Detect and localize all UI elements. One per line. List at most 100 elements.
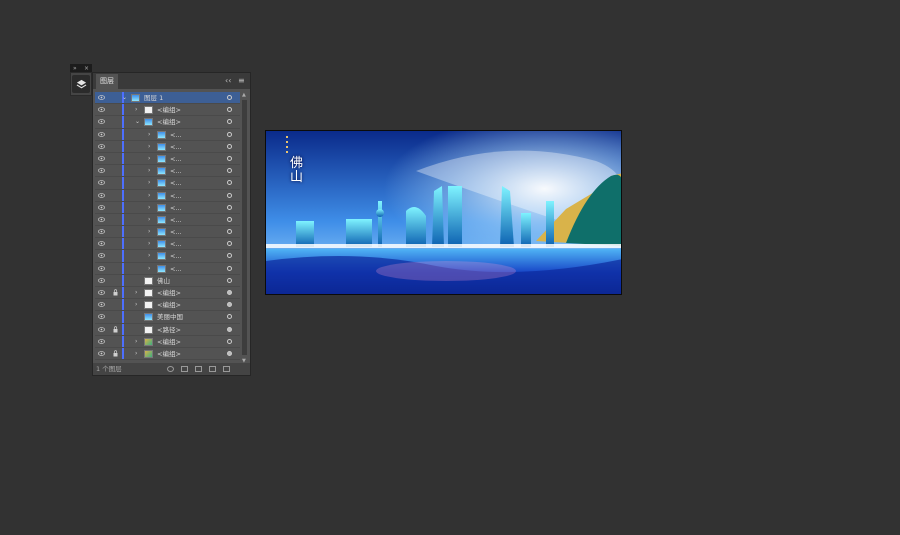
make-clipping-mask-icon[interactable] [181, 366, 188, 372]
layer-name[interactable]: <编组> [157, 104, 181, 116]
target-circle-icon[interactable] [227, 290, 232, 295]
layer-row[interactable]: › <... [95, 189, 240, 202]
scrollbar[interactable]: ▲ ▼ [241, 92, 248, 364]
chevron-right-icon[interactable]: › [148, 238, 150, 250]
lock-toggle[interactable] [113, 252, 118, 259]
eye-icon[interactable] [98, 338, 105, 344]
chevron-right-icon[interactable]: › [148, 177, 150, 189]
lock-toggle[interactable] [113, 240, 118, 247]
chevron-right-icon[interactable]: › [148, 214, 150, 226]
target-circle-icon[interactable] [227, 107, 232, 113]
target-circle-icon[interactable] [227, 302, 232, 308]
layer-name[interactable]: <编组> [157, 116, 181, 128]
panel-menu-icon[interactable]: ≡ [238, 75, 245, 87]
eye-icon[interactable] [98, 278, 105, 283]
eye-icon[interactable] [98, 351, 105, 356]
chevron-right-icon[interactable]: › [135, 299, 137, 311]
delete-icon[interactable] [223, 366, 230, 372]
chevron-right-icon[interactable]: › [148, 165, 150, 177]
chevron-right-icon[interactable]: › [135, 287, 137, 299]
artboard[interactable]: 佛山 [265, 130, 622, 295]
layer-name[interactable]: <... [170, 214, 182, 226]
layer-name[interactable]: 图层 1 [144, 92, 163, 104]
chevron-right-icon[interactable]: › [148, 190, 150, 202]
layer-row[interactable]: ⌄ <编组> [95, 116, 240, 129]
layer-name[interactable]: <... [170, 238, 182, 250]
layer-name[interactable]: <编组> [157, 348, 181, 360]
layers-panel-button[interactable] [72, 75, 90, 93]
layer-name[interactable]: <... [170, 165, 182, 177]
layer-row[interactable]: › <... [95, 238, 240, 251]
lock-toggle[interactable] [113, 338, 118, 345]
lock-toggle[interactable] [113, 301, 118, 308]
layer-name[interactable]: <... [170, 250, 182, 262]
eye-icon[interactable] [98, 131, 105, 137]
layer-row[interactable]: › <... [95, 152, 240, 166]
layer-name[interactable]: <... [170, 129, 182, 141]
layer-row[interactable]: 美丽中国 [95, 311, 240, 324]
layer-row[interactable]: › <... [95, 128, 240, 141]
layer-row[interactable]: ⌄ 图层 1 [95, 92, 240, 105]
target-circle-icon[interactable] [227, 119, 232, 125]
layer-row[interactable]: › <... [95, 262, 240, 275]
chevron-down-icon[interactable]: ⌄ [122, 92, 127, 104]
target-circle-icon[interactable] [227, 192, 232, 198]
eye-icon[interactable] [98, 143, 105, 149]
new-layer-icon[interactable] [209, 366, 216, 372]
chevron-right-icon[interactable]: › [148, 141, 150, 153]
layer-name[interactable]: <... [170, 177, 182, 189]
eye-icon[interactable] [98, 180, 105, 186]
target-circle-icon[interactable] [227, 326, 232, 332]
layer-name[interactable]: 美丽中国 [157, 311, 183, 323]
eye-icon[interactable] [98, 314, 105, 320]
dock-header[interactable]: » × [70, 64, 92, 72]
lock-icon[interactable] [113, 289, 118, 296]
eye-icon[interactable] [98, 241, 105, 247]
scroll-up-icon[interactable]: ▲ [242, 92, 246, 98]
lock-toggle[interactable] [113, 106, 118, 113]
lock-toggle[interactable] [113, 277, 118, 284]
layer-row[interactable]: › <... [95, 177, 240, 190]
lock-toggle[interactable] [113, 155, 118, 162]
layer-row[interactable]: › <... [95, 140, 240, 153]
layer-row[interactable]: › <... [95, 165, 240, 178]
target-circle-icon[interactable] [227, 338, 232, 344]
target-circle-icon[interactable] [227, 180, 232, 186]
layer-row[interactable]: › <... [95, 250, 240, 263]
target-circle-icon[interactable] [227, 216, 232, 222]
lock-toggle[interactable] [113, 143, 118, 150]
target-circle-icon[interactable] [227, 143, 232, 149]
scrollbar-thumb[interactable] [242, 100, 247, 355]
layer-name[interactable]: 佛山 [157, 275, 170, 287]
lock-toggle[interactable] [113, 131, 118, 138]
layer-name[interactable]: <... [170, 202, 182, 214]
lock-toggle[interactable] [113, 228, 118, 235]
collapse-icon[interactable]: ‹‹ [225, 75, 231, 87]
target-circle-icon[interactable] [227, 241, 232, 247]
target-circle-icon[interactable] [227, 204, 232, 210]
chevron-right-icon[interactable]: › [148, 226, 150, 238]
eye-icon[interactable] [98, 253, 105, 259]
eye-icon[interactable] [98, 107, 105, 112]
layer-row[interactable]: › <编组> [95, 104, 240, 117]
target-circle-icon[interactable] [227, 229, 232, 235]
new-sublayer-icon[interactable] [195, 366, 202, 372]
eye-icon[interactable] [98, 326, 105, 332]
lock-toggle[interactable] [113, 167, 118, 174]
layer-row[interactable]: › <编组> [95, 299, 240, 312]
target-circle-icon[interactable] [227, 131, 232, 137]
tab-layers[interactable]: 图层 [96, 74, 118, 89]
layer-name[interactable]: <编组> [157, 287, 181, 299]
layer-name[interactable]: <... [170, 263, 182, 275]
eye-icon[interactable] [98, 95, 105, 100]
eye-icon[interactable] [98, 156, 105, 161]
layer-name[interactable]: <... [170, 153, 182, 165]
target-circle-icon[interactable] [227, 95, 232, 100]
lock-icon[interactable] [113, 350, 118, 357]
layer-name[interactable]: <编组> [157, 336, 181, 348]
target-circle-icon[interactable] [227, 155, 232, 161]
layer-row[interactable]: › <... [95, 201, 240, 214]
eye-icon[interactable] [98, 229, 105, 234]
lock-toggle[interactable] [113, 265, 118, 272]
target-circle-icon[interactable] [227, 253, 232, 259]
